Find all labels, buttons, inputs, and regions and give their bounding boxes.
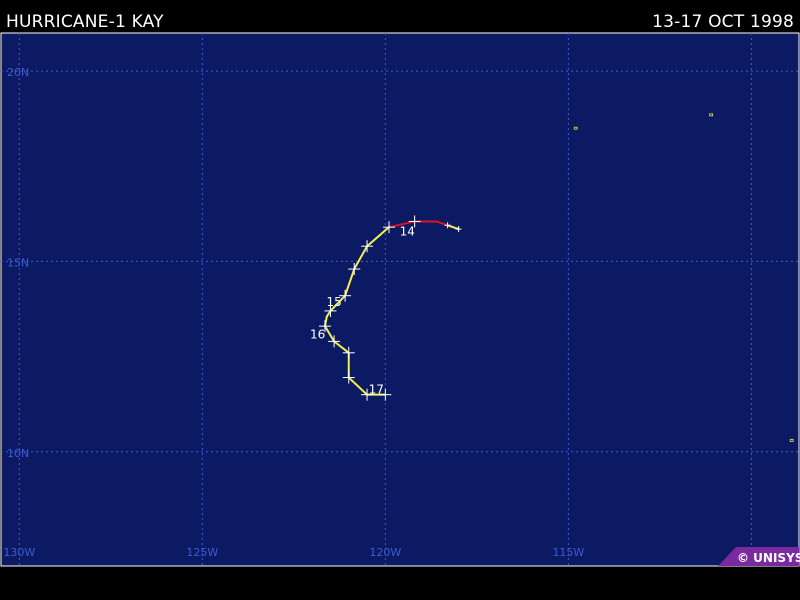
map-window: 20N 15N 10N 130W 125W 120W 115W 14 15 16 17 © UNI… (0, 0, 800, 600)
lat-label: 10N (7, 447, 29, 460)
lon-label: 130W (3, 546, 35, 559)
storm-track-map: 20N 15N 10N 130W 125W 120W 115W 14 15 16 17 © UNI… (0, 32, 800, 567)
lat-label: 15N (7, 256, 29, 269)
day-label: 16 (310, 327, 325, 341)
day-label: 17 (369, 383, 384, 397)
lat-label: 20N (7, 66, 29, 79)
storm-title: HURRICANE-1 KAY (6, 12, 164, 32)
lon-label: 120W (369, 546, 401, 559)
date-range: 13-17 OCT 1998 (652, 12, 794, 32)
day-label: 15 (326, 295, 341, 309)
ocean-background (0, 32, 800, 567)
lon-label: 115W (552, 546, 584, 559)
day-label: 14 (400, 225, 415, 239)
lon-label: 125W (186, 546, 218, 559)
credit-text: © UNISYS (737, 551, 800, 565)
